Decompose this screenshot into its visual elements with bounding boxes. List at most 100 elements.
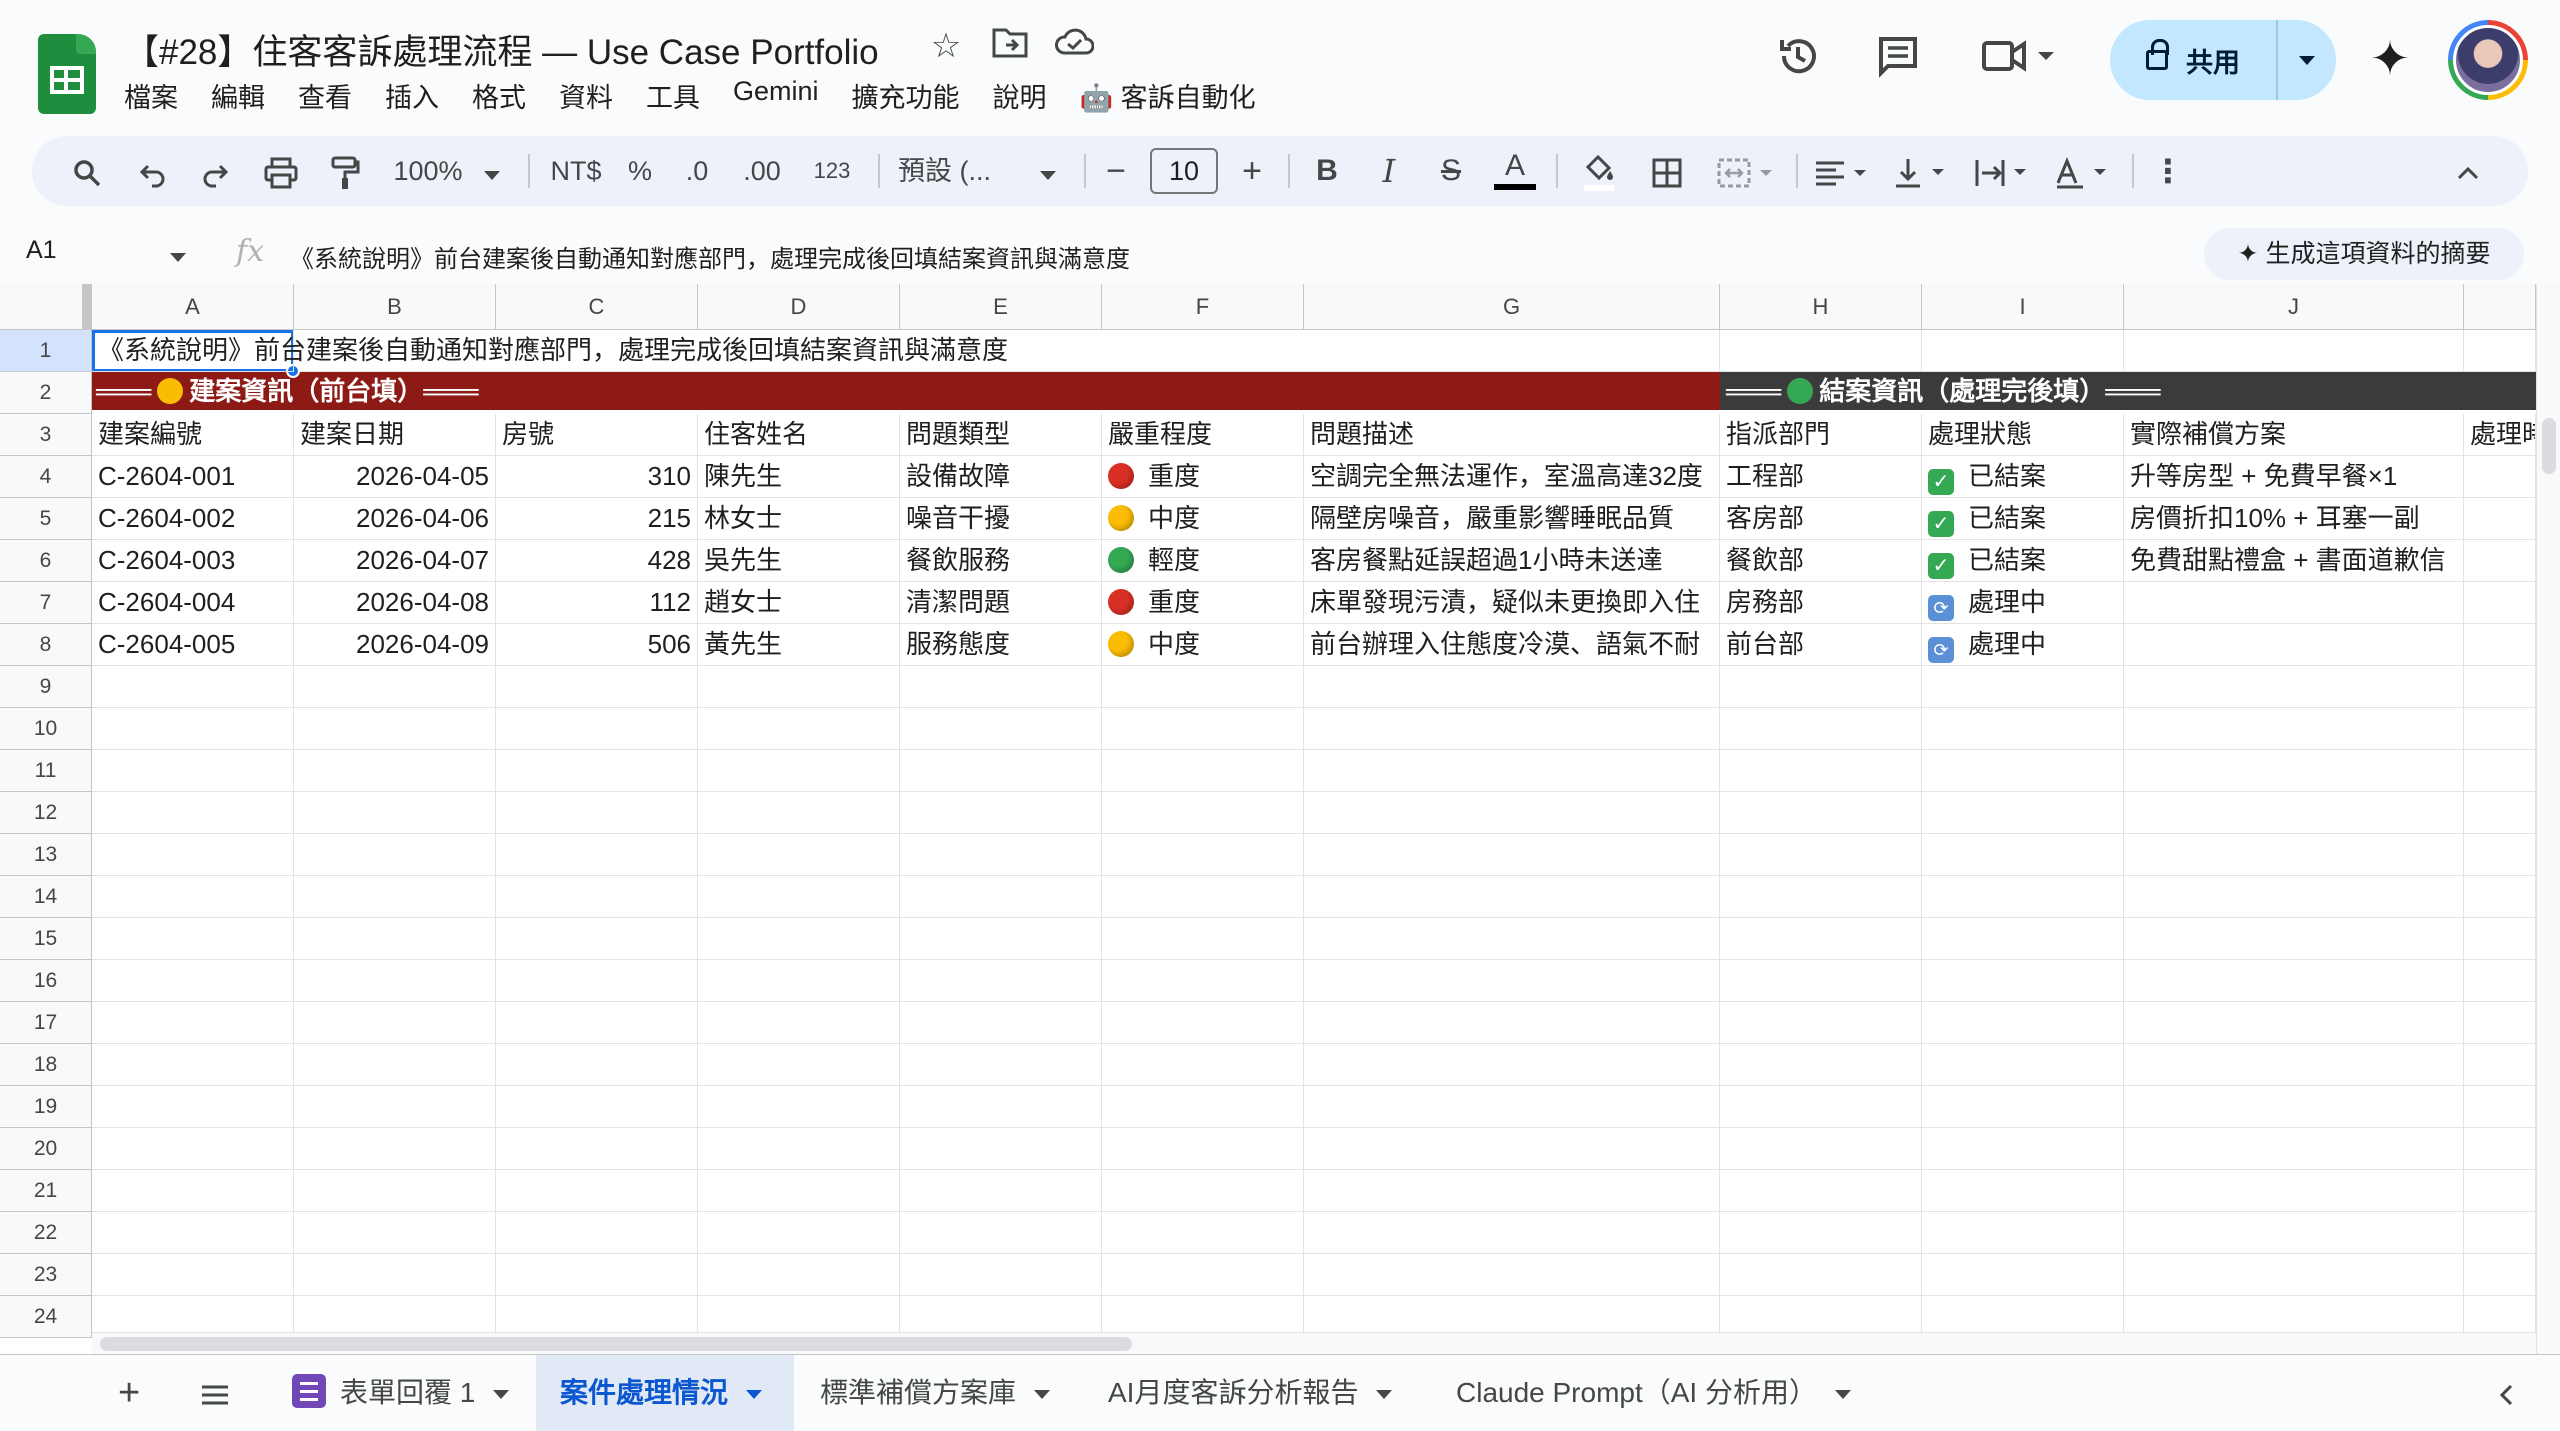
case-date-cell[interactable]: 2026-04-06	[294, 498, 496, 540]
case-date-cell[interactable]: 2026-04-07	[294, 540, 496, 582]
case-id-cell[interactable]: C-2604-002	[92, 498, 294, 540]
menu-file[interactable]: 檔案	[124, 76, 178, 115]
font-size-input[interactable]: 10	[1150, 148, 1218, 194]
fill-color-icon[interactable]	[1572, 136, 1626, 206]
grid-cell[interactable]	[1922, 960, 2124, 1002]
menu-extensions[interactable]: 擴充功能	[852, 76, 960, 115]
grid-cell[interactable]	[2464, 1254, 2536, 1296]
share-main-button[interactable]: 共用	[2110, 20, 2278, 100]
grid-cell[interactable]	[698, 1044, 900, 1086]
tab-menu-chevron-icon[interactable]	[1835, 1390, 1851, 1399]
grid-cell[interactable]	[900, 876, 1102, 918]
grid-cell[interactable]	[1922, 1170, 2124, 1212]
grid-cell[interactable]	[1922, 708, 2124, 750]
row-header[interactable]: 13	[0, 834, 92, 876]
grid-cell[interactable]	[900, 1044, 1102, 1086]
grid-cell[interactable]	[1304, 330, 1720, 372]
grid-cell[interactable]	[496, 876, 698, 918]
column-title-cell[interactable]: 處理狀態	[1922, 414, 2124, 456]
text-color-button[interactable]: A	[1490, 136, 1540, 206]
grid-cell[interactable]	[2464, 330, 2536, 372]
grid-cell[interactable]	[2464, 1128, 2536, 1170]
severity-cell[interactable]: 重度	[1102, 582, 1304, 624]
grid-cell[interactable]	[1304, 960, 1720, 1002]
menu-data[interactable]: 資料	[559, 76, 613, 115]
freeze-handle[interactable]	[82, 284, 92, 330]
issue-description-cell[interactable]: 前台辦理入住態度冷漠、語氣不耐	[1304, 624, 1720, 666]
grid-cell[interactable]	[2464, 498, 2536, 540]
grid-cell[interactable]	[698, 918, 900, 960]
grid-cell[interactable]	[1922, 1044, 2124, 1086]
status-cell[interactable]: ✓ 已結案	[1922, 456, 2124, 498]
column-header[interactable]: I	[1922, 284, 2124, 330]
grid-cell[interactable]	[92, 960, 294, 1002]
grid-cell[interactable]	[1304, 666, 1720, 708]
grid-cell[interactable]	[1102, 876, 1304, 918]
grid-cell[interactable]	[1720, 750, 1922, 792]
search-menus-icon[interactable]	[62, 136, 112, 206]
status-cell[interactable]: ✓ 已結案	[1922, 498, 2124, 540]
grid-cell[interactable]	[2124, 750, 2464, 792]
grid-cell[interactable]	[1304, 1002, 1720, 1044]
menu-tools[interactable]: 工具	[646, 76, 700, 115]
grid-cell[interactable]	[1304, 1212, 1720, 1254]
column-title-cell[interactable]: 指派部門	[1720, 414, 1922, 456]
grid-cell[interactable]	[900, 708, 1102, 750]
column-header[interactable]: C	[496, 284, 698, 330]
horizontal-scrollbar[interactable]	[92, 1332, 2536, 1354]
row-header[interactable]: 21	[0, 1170, 92, 1212]
row-header[interactable]: 3	[0, 414, 92, 456]
grid-cell[interactable]	[900, 1002, 1102, 1044]
star-icon[interactable]: ☆	[926, 26, 966, 66]
grid-cell[interactable]	[2464, 1170, 2536, 1212]
grid-cell[interactable]	[294, 1170, 496, 1212]
grid-cell[interactable]	[92, 1128, 294, 1170]
cell-a1-note[interactable]: 《系統說明》前台建案後自動通知對應部門，處理完成後回填結案資訊與滿意度	[92, 330, 1008, 372]
severity-cell[interactable]: 中度	[1102, 498, 1304, 540]
grid-cell[interactable]	[2124, 1002, 2464, 1044]
menu-gemini[interactable]: Gemini	[733, 76, 819, 115]
grid-cell[interactable]	[900, 666, 1102, 708]
font-chevron-icon[interactable]	[1036, 136, 1060, 206]
case-date-cell[interactable]: 2026-04-08	[294, 582, 496, 624]
column-title-cell[interactable]: 問題類型	[900, 414, 1102, 456]
grid-cell[interactable]	[1922, 1254, 2124, 1296]
grid-cell[interactable]	[1720, 918, 1922, 960]
column-title-cell[interactable]: 建案日期	[294, 414, 496, 456]
grid-cell[interactable]	[1720, 792, 1922, 834]
grid-cell[interactable]	[2124, 666, 2464, 708]
grid-cell[interactable]	[1922, 792, 2124, 834]
grid-cell[interactable]	[496, 918, 698, 960]
grid-cell[interactable]	[1720, 1212, 1922, 1254]
row-header[interactable]: 4	[0, 456, 92, 498]
grid-cell[interactable]	[496, 960, 698, 1002]
grid-cell[interactable]	[1102, 918, 1304, 960]
grid-cell[interactable]	[1304, 1254, 1720, 1296]
grid-cell[interactable]	[900, 960, 1102, 1002]
grid-cell[interactable]	[900, 918, 1102, 960]
case-id-cell[interactable]: C-2604-001	[92, 456, 294, 498]
row-header[interactable]: 8	[0, 624, 92, 666]
grid-cell[interactable]	[1304, 1128, 1720, 1170]
severity-cell[interactable]: 重度	[1102, 456, 1304, 498]
grid-cell[interactable]	[1304, 1044, 1720, 1086]
grid-cell[interactable]	[2464, 750, 2536, 792]
column-header[interactable]: A	[92, 284, 294, 330]
grid-cell[interactable]	[2464, 666, 2536, 708]
assigned-dept-cell[interactable]: 客房部	[1720, 498, 1922, 540]
grid-cell[interactable]	[1102, 666, 1304, 708]
share-button[interactable]: 共用	[2110, 20, 2336, 100]
column-header[interactable]: H	[1720, 284, 1922, 330]
grid-cell[interactable]	[2464, 876, 2536, 918]
row-header[interactable]: 1	[0, 330, 92, 372]
name-box-chevron-icon[interactable]	[170, 249, 186, 267]
assigned-dept-cell[interactable]: 房務部	[1720, 582, 1922, 624]
column-header[interactable]: J	[2124, 284, 2464, 330]
grid-cell[interactable]	[294, 918, 496, 960]
grid-cell[interactable]	[1102, 1254, 1304, 1296]
row-header[interactable]: 15	[0, 918, 92, 960]
row-header[interactable]: 7	[0, 582, 92, 624]
strikethrough-button[interactable]: S	[1428, 136, 1474, 206]
grid-cell[interactable]	[1102, 330, 1304, 372]
row-header[interactable]: 14	[0, 876, 92, 918]
